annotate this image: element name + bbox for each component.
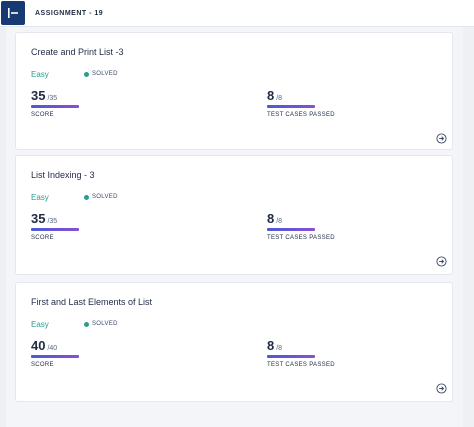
status-text: SOLVED bbox=[92, 71, 118, 77]
difficulty-label: Easy bbox=[31, 70, 49, 79]
test-cases-progress-bar bbox=[267, 105, 315, 108]
score-value: 35 bbox=[31, 211, 46, 226]
score-label: SCORE bbox=[31, 235, 54, 241]
score-value: 40 bbox=[31, 338, 46, 353]
arrow-right-circle-icon bbox=[435, 255, 447, 267]
problem-card[interactable]: Create and Print List -3 Easy SOLVED 35 … bbox=[15, 32, 453, 150]
score-progress-bar bbox=[31, 105, 79, 108]
status-badge: SOLVED bbox=[84, 321, 118, 327]
score-stat: 35 /35 SCORE bbox=[31, 88, 79, 118]
test-cases-value: 8 bbox=[267, 338, 275, 353]
score-stat: 40 /40 SCORE bbox=[31, 338, 79, 368]
problem-title: List Indexing - 3 bbox=[31, 170, 95, 180]
difficulty-label: Easy bbox=[31, 320, 49, 329]
top-bar: ASSIGNMENT - 19 bbox=[0, 0, 474, 27]
open-problem-button[interactable] bbox=[435, 382, 447, 394]
score-progress-bar bbox=[31, 355, 79, 358]
test-cases-total: /8 bbox=[276, 345, 283, 352]
open-problem-button[interactable] bbox=[435, 132, 447, 144]
test-cases-label: TEST CASES PASSED bbox=[267, 235, 335, 241]
problem-list: Create and Print List -3 Easy SOLVED 35 … bbox=[6, 27, 463, 427]
difficulty-label: Easy bbox=[31, 193, 49, 202]
status-badge: SOLVED bbox=[84, 71, 118, 77]
test-cases-total: /8 bbox=[276, 218, 283, 225]
status-text: SOLVED bbox=[92, 194, 118, 200]
problem-card[interactable]: List Indexing - 3 Easy SOLVED 35 /35 SCO… bbox=[15, 155, 453, 275]
score-progress-bar bbox=[31, 228, 79, 231]
score-label: SCORE bbox=[31, 112, 54, 118]
arrow-right-circle-icon bbox=[435, 382, 447, 394]
assignment-title: ASSIGNMENT - 19 bbox=[35, 9, 104, 17]
score-total: /40 bbox=[47, 345, 58, 352]
score-total: /35 bbox=[47, 95, 58, 102]
problem-card[interactable]: First and Last Elements of List Easy SOL… bbox=[15, 282, 453, 402]
problem-title: Create and Print List -3 bbox=[31, 47, 124, 57]
score-total: /35 bbox=[47, 218, 58, 225]
test-cases-value: 8 bbox=[267, 211, 275, 226]
solved-dot-icon bbox=[84, 321, 89, 327]
test-cases-value: 8 bbox=[267, 88, 275, 103]
test-cases-label: TEST CASES PASSED bbox=[267, 362, 335, 368]
score-value: 35 bbox=[31, 88, 46, 103]
status-badge: SOLVED bbox=[84, 194, 118, 200]
test-cases-label: TEST CASES PASSED bbox=[267, 112, 335, 118]
test-cases-progress-bar bbox=[267, 355, 315, 358]
test-cases-progress-bar bbox=[267, 228, 315, 231]
score-label: SCORE bbox=[31, 362, 54, 368]
arrow-right-circle-icon bbox=[435, 132, 447, 144]
problem-title: First and Last Elements of List bbox=[31, 297, 153, 307]
solved-dot-icon bbox=[84, 71, 89, 77]
sidebar-toggle-button[interactable] bbox=[1, 1, 25, 25]
open-problem-button[interactable] bbox=[435, 255, 447, 267]
test-cases-stat: 8 /8 TEST CASES PASSED bbox=[267, 211, 335, 241]
status-text: SOLVED bbox=[92, 321, 118, 327]
solved-dot-icon bbox=[84, 194, 89, 200]
test-cases-stat: 8 /8 TEST CASES PASSED bbox=[267, 338, 335, 368]
score-stat: 35 /35 SCORE bbox=[31, 211, 79, 241]
test-cases-stat: 8 /8 TEST CASES PASSED bbox=[267, 88, 335, 118]
sidebar-toggle-icon bbox=[8, 8, 18, 18]
test-cases-total: /8 bbox=[276, 95, 283, 102]
